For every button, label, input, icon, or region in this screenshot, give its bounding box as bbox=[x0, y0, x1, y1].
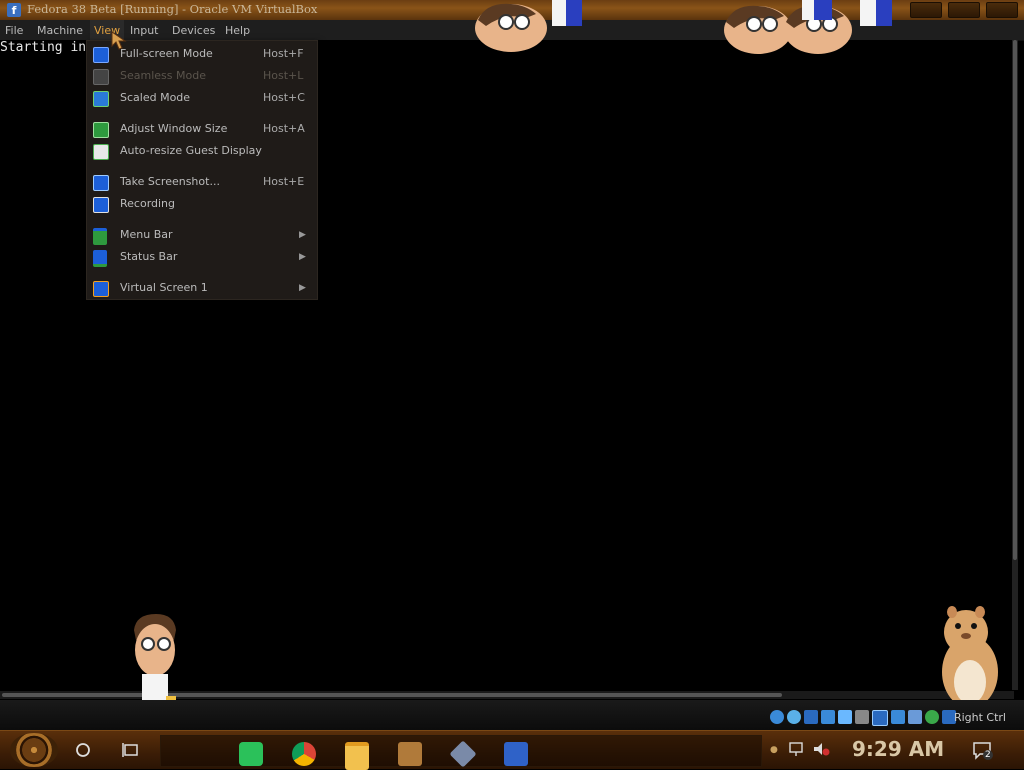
cpu-icon[interactable] bbox=[908, 710, 922, 724]
view-menu-item-adjust-window[interactable]: Adjust Window Size Host+A bbox=[87, 118, 317, 140]
notification-count-badge: 2 bbox=[983, 750, 993, 760]
fedora-icon[interactable] bbox=[504, 742, 528, 766]
menu-item-label: Seamless Mode bbox=[120, 69, 206, 82]
start-button[interactable] bbox=[10, 733, 58, 767]
menu-item-label: Full-screen Mode bbox=[120, 47, 213, 60]
virtualbox-icon[interactable] bbox=[449, 740, 477, 768]
hard-disk-icon[interactable] bbox=[770, 710, 784, 724]
menu-machine[interactable]: Machine bbox=[37, 20, 83, 41]
network-icon[interactable] bbox=[821, 710, 835, 724]
minimize-button[interactable] bbox=[910, 2, 942, 18]
hamster-icon bbox=[942, 606, 998, 708]
display-icon[interactable] bbox=[872, 710, 888, 726]
menu-item-label: Take Screenshot... bbox=[120, 175, 220, 188]
search-circle-icon[interactable] bbox=[75, 742, 91, 758]
menu-item-label: Scaled Mode bbox=[120, 91, 191, 104]
vertical-scrollbar-thumb[interactable] bbox=[1013, 40, 1017, 560]
cartoon-character-head-icon bbox=[475, 0, 582, 52]
shared-folder-icon[interactable] bbox=[855, 710, 869, 724]
view-menu-item-status-bar[interactable]: Status Bar ▶ bbox=[87, 246, 317, 268]
svg-text:f: f bbox=[12, 4, 17, 17]
menu-help[interactable]: Help bbox=[225, 20, 250, 41]
seamless-icon bbox=[93, 69, 109, 85]
virtualbox-app-icon: f bbox=[7, 3, 21, 17]
mouse-integration-icon[interactable] bbox=[925, 710, 939, 724]
scaled-icon bbox=[93, 91, 109, 107]
close-button[interactable] bbox=[986, 2, 1018, 18]
auto-resize-icon bbox=[93, 144, 109, 160]
submenu-arrow-icon: ▶ bbox=[299, 283, 306, 293]
menu-item-label: Virtual Screen 1 bbox=[120, 281, 208, 294]
view-menu-item-menu-bar[interactable]: Menu Bar ▶ bbox=[87, 224, 317, 246]
menu-item-label: Adjust Window Size bbox=[120, 122, 228, 135]
audio-icon[interactable] bbox=[804, 710, 818, 724]
task-view-icon[interactable] bbox=[122, 741, 140, 759]
menu-item-label: Auto-resize Guest Display bbox=[120, 144, 262, 157]
taskbar-app-area bbox=[160, 735, 762, 770]
virtualbox-manager-icon[interactable] bbox=[398, 742, 422, 766]
menu-item-shortcut: Host+E bbox=[263, 175, 305, 188]
console-text: Starting in bbox=[0, 40, 87, 55]
adjust-window-icon bbox=[93, 122, 109, 138]
taskbar-clock[interactable]: 9:29 AM bbox=[852, 736, 944, 762]
view-menu-item-virtual-screen[interactable]: Virtual Screen 1 ▶ bbox=[87, 277, 317, 299]
statusbar-icon bbox=[93, 250, 107, 267]
menu-item-shortcut: Host+A bbox=[263, 122, 305, 135]
vm-status-bar: Right Ctrl bbox=[0, 700, 1024, 730]
view-menu-dropdown: Full-screen Mode Host+F Seamless Mode Ho… bbox=[86, 40, 318, 300]
submenu-arrow-icon: ▶ bbox=[299, 230, 306, 240]
view-menu-item-auto-resize[interactable]: Auto-resize Guest Display bbox=[87, 140, 317, 162]
virtual-screen-icon bbox=[93, 281, 109, 297]
horizontal-scrollbar-thumb[interactable] bbox=[2, 693, 782, 697]
view-menu-item-seamless: Seamless Mode Host+L bbox=[87, 65, 317, 87]
window-title: Fedora 38 Beta [Running] - Oracle VM Vir… bbox=[27, 2, 318, 16]
menu-item-shortcut: Host+F bbox=[263, 47, 304, 60]
menubar-icon bbox=[93, 228, 107, 245]
vertical-scrollbar[interactable] bbox=[1012, 40, 1018, 690]
menu-input[interactable]: Input bbox=[130, 20, 158, 41]
mouse-cursor-icon bbox=[111, 31, 127, 50]
submenu-arrow-icon: ▶ bbox=[299, 252, 306, 262]
view-menu-item-scaled[interactable]: Scaled Mode Host+C bbox=[87, 87, 317, 109]
usb-icon[interactable] bbox=[838, 710, 852, 724]
chrome-icon[interactable] bbox=[292, 742, 316, 766]
window-controls bbox=[910, 2, 1018, 18]
menu-item-shortcut: Host+L bbox=[263, 69, 304, 82]
spotify-icon[interactable] bbox=[239, 742, 263, 766]
menu-item-label: Status Bar bbox=[120, 250, 178, 263]
maximize-button[interactable] bbox=[948, 2, 980, 18]
screenshot-icon bbox=[93, 175, 109, 191]
host-key-label: Right Ctrl bbox=[953, 711, 1006, 724]
video-capture-icon[interactable] bbox=[891, 710, 905, 724]
cartoon-character-heads-icon bbox=[724, 0, 892, 54]
notification-center-button[interactable]: 2 bbox=[972, 740, 993, 760]
volume-muted-icon[interactable] bbox=[812, 741, 830, 757]
menu-item-shortcut: Host+C bbox=[263, 91, 305, 104]
vm-status-icons bbox=[770, 710, 956, 726]
view-menu-item-take-screenshot[interactable]: Take Screenshot... Host+E bbox=[87, 171, 317, 193]
menu-file[interactable]: File bbox=[5, 20, 23, 41]
network-tray-icon[interactable] bbox=[788, 741, 806, 757]
view-menu-item-recording[interactable]: Recording bbox=[87, 193, 317, 215]
recording-icon bbox=[93, 197, 109, 213]
fullscreen-icon bbox=[93, 47, 109, 63]
taskbar: ● 9:29 AM 2 bbox=[0, 730, 1024, 770]
optical-drive-icon[interactable] bbox=[787, 710, 801, 724]
file-explorer-icon[interactable] bbox=[345, 742, 369, 770]
menu-item-label: Menu Bar bbox=[120, 228, 173, 241]
menu-item-label: Recording bbox=[120, 197, 176, 210]
menu-devices[interactable]: Devices bbox=[172, 20, 215, 41]
tray-overflow-icon[interactable]: ● bbox=[770, 745, 778, 755]
